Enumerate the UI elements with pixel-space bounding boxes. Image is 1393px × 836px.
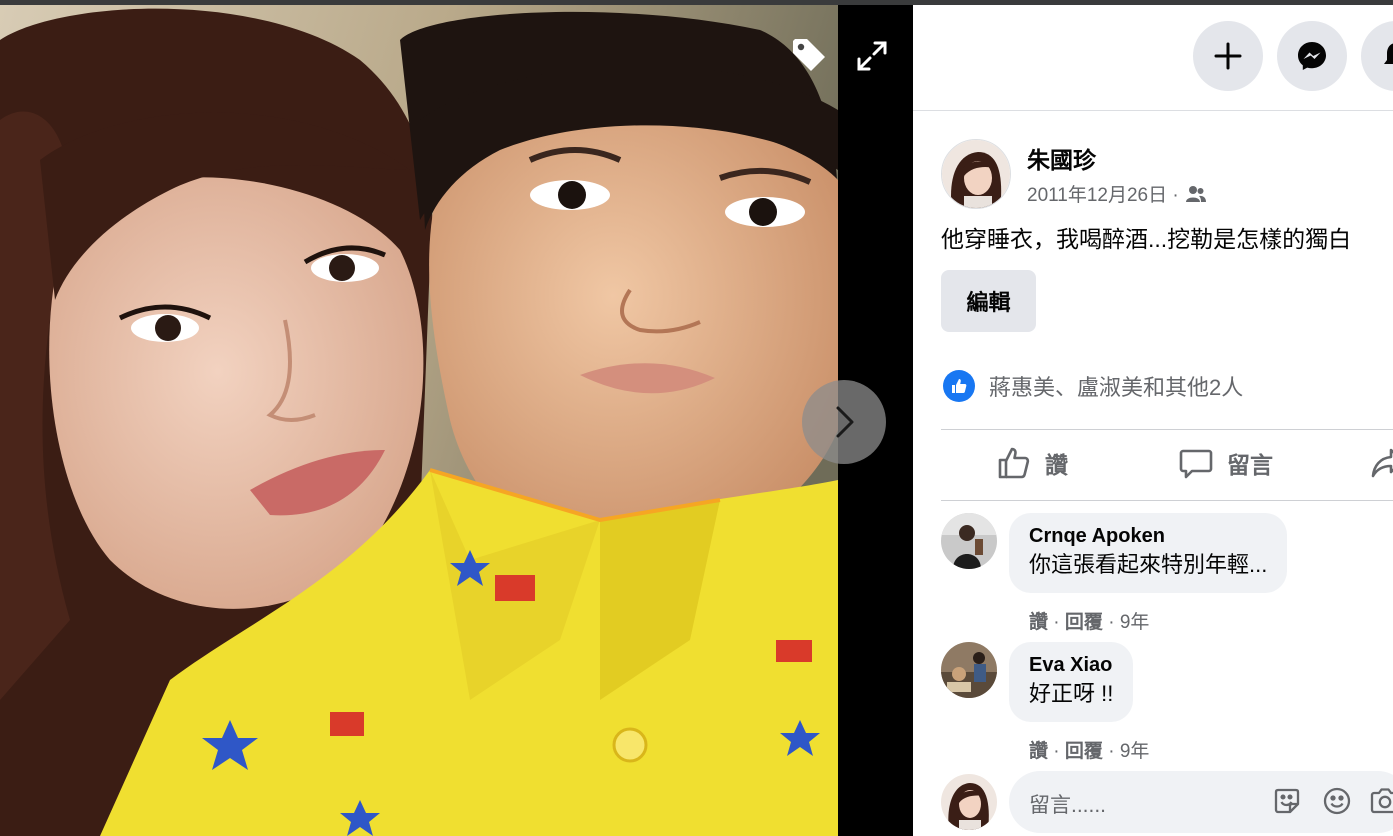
messenger-button[interactable] [1277,21,1347,91]
photo-illustration [0,0,838,836]
author-avatar[interactable] [941,139,1011,209]
tag-icon[interactable] [786,32,832,78]
expand-icon[interactable] [850,34,894,78]
share-button[interactable] [1371,446,1393,480]
commenter-avatar[interactable] [941,513,997,569]
header-bar [913,5,1393,111]
separator: · [1053,741,1060,762]
comment-text: 好正呀 !! [1029,681,1114,706]
post-photo[interactable] [0,0,838,836]
comment-icon [1179,449,1213,479]
bell-icon [1384,43,1393,64]
action-bar: 讚 留言 [941,429,1393,501]
like-label: 讚 [1045,452,1068,478]
commenter-name[interactable]: Crnqe Apoken [1029,523,1267,549]
comment-composer: 留言...... [941,771,1393,836]
commenter-name[interactable]: Eva Xiao [1029,652,1113,678]
top-strip [0,0,1393,5]
separator: · [1108,612,1115,633]
camera-icon[interactable] [1369,785,1393,817]
comment-like-link[interactable]: 讚 [1029,741,1048,762]
emoji-icon[interactable] [1321,785,1353,817]
comment-meta: 讚 · 回覆 · 9年 [1029,736,1149,763]
post-caption: 他穿睡衣，我喝醉酒...挖勒是怎樣的獨白 [941,226,1352,252]
comment-input[interactable]: 留言...... [1009,771,1393,833]
post-date[interactable]: 2011年12月26日 · [1027,180,1179,207]
comment-button[interactable]: 留言 [1179,446,1273,480]
comment-bubble: Eva Xiao 好正呀 !! [1009,642,1134,722]
chevron-right-icon [836,406,854,438]
create-button[interactable] [1193,21,1263,91]
reactions-text[interactable]: 蔣惠美、盧淑美和其他2人 [989,370,1243,402]
app-root: 朱國珍 2011年12月26日 · 他穿睡衣，我喝醉酒...挖勒是怎樣的獨白 編… [0,0,1393,836]
comment-time[interactable]: 9年 [1120,612,1150,633]
comment-text: 你這張看起來特別年輕... [1029,552,1268,577]
sticker-icon[interactable] [1271,785,1303,817]
share-icon [1371,448,1393,478]
separator: · [1053,612,1060,633]
comment-like-link[interactable]: 讚 [1029,612,1048,633]
post-author[interactable]: 朱國珍 [1027,141,1096,175]
post-meta: 2011年12月26日 · [1027,180,1207,207]
edit-button[interactable]: 編輯 [941,270,1036,332]
comment-meta: 讚 · 回覆 · 9年 [1029,607,1149,634]
post-panel: 朱國珍 2011年12月26日 · 他穿睡衣，我喝醉酒...挖勒是怎樣的獨白 編… [913,5,1393,836]
next-photo-button[interactable] [802,380,886,464]
photo-viewer [0,0,913,836]
comment-time[interactable]: 9年 [1120,741,1150,762]
comment-bubble: Crnqe Apoken 你這張看起來特別年輕... [1009,513,1288,593]
comment-label: 留言 [1227,452,1273,478]
like-button[interactable]: 讚 [997,446,1068,480]
notifications-button[interactable] [1361,21,1393,91]
comment-placeholder: 留言...... [1029,794,1107,817]
composer-avatar[interactable] [941,774,997,830]
like-reaction-icon [943,370,975,402]
comment-reply-link[interactable]: 回覆 [1065,741,1103,762]
comment-reply-link[interactable]: 回覆 [1065,612,1103,633]
commenter-avatar[interactable] [941,642,997,698]
messenger-icon [1298,42,1326,70]
thumbs-up-icon [998,447,1030,479]
separator: · [1108,741,1115,762]
reactions-summary[interactable]: 蔣惠美、盧淑美和其他2人 [943,370,1243,402]
plus-icon [1214,42,1242,70]
friends-icon [1185,185,1206,202]
